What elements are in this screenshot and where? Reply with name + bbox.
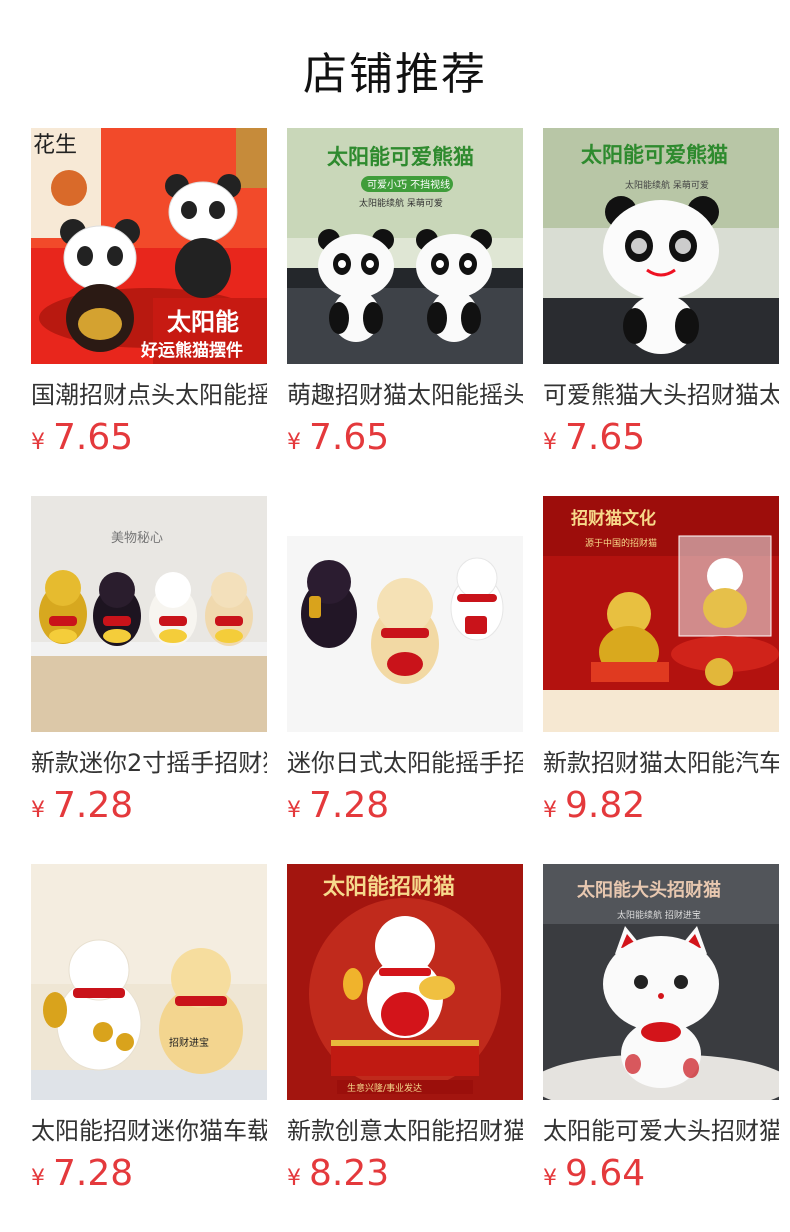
panda-bighead-image[interactable]: 太阳能可爱熊猫 太阳能续航 呆萌可爱 (543, 128, 779, 364)
price-value: 9.82 (565, 785, 646, 826)
product-card[interactable]: 招财进宝 太阳能招财迷你猫车载摆件 ¥7.28 (31, 864, 267, 1232)
product-grid: 花生 太阳能 好运熊猫摆件 国潮招财点头太阳能摇 ¥ 7.65 太阳能可爱熊猫 … (31, 128, 779, 1232)
lucky-cats-trio-image[interactable] (287, 496, 523, 732)
image-overlay-text: 招财猫文化 (571, 508, 656, 529)
product-card[interactable]: 太阳能大头招财猫 太阳能续航 招财进宝 太阳能可爱大头招财猫摆件 ¥9.64 (543, 864, 779, 1232)
product-name[interactable]: 迷你日式太阳能摇手招财猫 (287, 746, 523, 780)
currency-symbol: ¥ (31, 1166, 45, 1191)
image-overlay-text: 美物秘心 (111, 531, 163, 546)
product-price: ¥9.64 (543, 1154, 779, 1194)
product-card[interactable]: 太阳能可爱熊猫 太阳能续航 呆萌可爱 可爱熊猫大头招财猫太阳能摆件 ¥7.65 (543, 128, 779, 496)
currency-symbol: ¥ (287, 1166, 301, 1191)
product-card[interactable]: 迷你日式太阳能摇手招财猫 ¥7.28 (287, 496, 523, 864)
price-value: 8.23 (309, 1153, 390, 1194)
product-price: ¥7.65 (287, 418, 523, 458)
panda-dashboard-image[interactable]: 太阳能可爱熊猫 可爱小巧 不挡视线 太阳能续航 呆萌可爱 (287, 128, 523, 364)
product-name[interactable]: 国潮招财点头太阳能摇头熊猫摆件 (31, 378, 267, 412)
image-overlay-subtext: 生意兴隆/事业发达 (347, 1082, 422, 1094)
product-name[interactable]: 新款招财猫太阳能汽车摆件 (543, 746, 779, 780)
currency-symbol: ¥ (287, 430, 301, 455)
product-name[interactable]: 新款迷你2寸摇手招财猫摆件 (31, 746, 267, 780)
product-name[interactable]: 新款创意太阳能招财猫摆件 (287, 1114, 523, 1148)
image-overlay-subtext: 好运熊猫摆件 (140, 340, 243, 361)
image-overlay-text: 太阳能可爱熊猫 (581, 143, 728, 167)
lucky-cat-box-image[interactable]: 招财猫文化 源于中国的招财猫 (543, 496, 779, 732)
lucky-cats-row-image[interactable]: 美物秘心 (31, 496, 267, 732)
product-price: ¥7.65 (543, 418, 779, 458)
price-value: 7.65 (53, 417, 134, 458)
price-value: 7.28 (309, 785, 390, 826)
product-price: ¥7.28 (31, 786, 267, 826)
price-value: 9.64 (565, 1153, 646, 1194)
currency-symbol: ¥ (543, 1166, 557, 1191)
price-value: 7.28 (53, 1153, 134, 1194)
image-overlay-text: 太阳能大头招财猫 (577, 879, 721, 901)
currency-symbol: ¥ (287, 798, 301, 823)
image-overlay-subtext: 可爱小巧 不挡视线 (367, 178, 450, 191)
product-name[interactable]: 可爱熊猫大头招财猫太阳能摆件 (543, 378, 779, 412)
lucky-cats-pair-image[interactable]: 招财进宝 (31, 864, 267, 1100)
image-overlay-subtext: 源于中国的招财猫 (585, 537, 657, 549)
product-price: ¥7.28 (287, 786, 523, 826)
product-price: ¥9.82 (543, 786, 779, 826)
price-value: 7.65 (309, 417, 390, 458)
product-price: ¥8.23 (287, 1154, 523, 1194)
currency-symbol: ¥ (543, 798, 557, 823)
product-name[interactable]: 太阳能可爱大头招财猫摆件 (543, 1114, 779, 1148)
product-name[interactable]: 太阳能招财迷你猫车载摆件 (31, 1114, 267, 1148)
page-title: 店铺推荐 (303, 49, 487, 100)
lucky-cat-red-image[interactable]: 太阳能招财猫 生意兴隆/事业发达 (287, 864, 523, 1100)
product-name[interactable]: 萌趣招财猫太阳能摇头熊猫车载摆件 (287, 378, 523, 412)
image-overlay-text: 太阳能招财猫 (323, 874, 455, 900)
product-card[interactable]: 招财猫文化 源于中国的招财猫 新款招财猫太阳能汽车摆件 ¥9.82 (543, 496, 779, 864)
currency-symbol: ¥ (543, 430, 557, 455)
image-overlay-text: 招财进宝 (169, 1036, 209, 1049)
product-price: ¥7.28 (31, 1154, 267, 1194)
image-overlay-subtext: 太阳能续航 呆萌可爱 (359, 197, 443, 209)
image-overlay-subtext: 太阳能续航 呆萌可爱 (625, 179, 709, 191)
product-card[interactable]: 太阳能可爱熊猫 可爱小巧 不挡视线 太阳能续航 呆萌可爱 萌趣招财猫太阳能摇头 … (287, 128, 523, 496)
price-value: 7.65 (565, 417, 646, 458)
currency-symbol: ¥ (31, 430, 45, 455)
image-overlay-text: 太阳能 (167, 308, 239, 336)
product-card[interactable]: 花生 太阳能 好运熊猫摆件 国潮招财点头太阳能摇 ¥ 7.65 (31, 128, 267, 496)
product-card[interactable]: 美物秘心 新款迷你2寸摇手招财猫摆件 ¥7.28 (31, 496, 267, 864)
panda-duo-image[interactable]: 花生 太阳能 好运熊猫摆件 (31, 128, 267, 364)
image-corner-text: 花生 (33, 133, 77, 158)
currency-symbol: ¥ (31, 798, 45, 823)
image-overlay-subtext: 太阳能续航 招财进宝 (617, 909, 701, 921)
lucky-cat-bighead-image[interactable]: 太阳能大头招财猫 太阳能续航 招财进宝 (543, 864, 779, 1100)
price-value: 7.28 (53, 785, 134, 826)
product-card[interactable]: 太阳能招财猫 生意兴隆/事业发达 新款创意太阳能招财猫摆件 ¥8.23 (287, 864, 523, 1232)
image-overlay-text: 太阳能可爱熊猫 (327, 145, 474, 169)
product-price: ¥7.65 (31, 418, 267, 458)
